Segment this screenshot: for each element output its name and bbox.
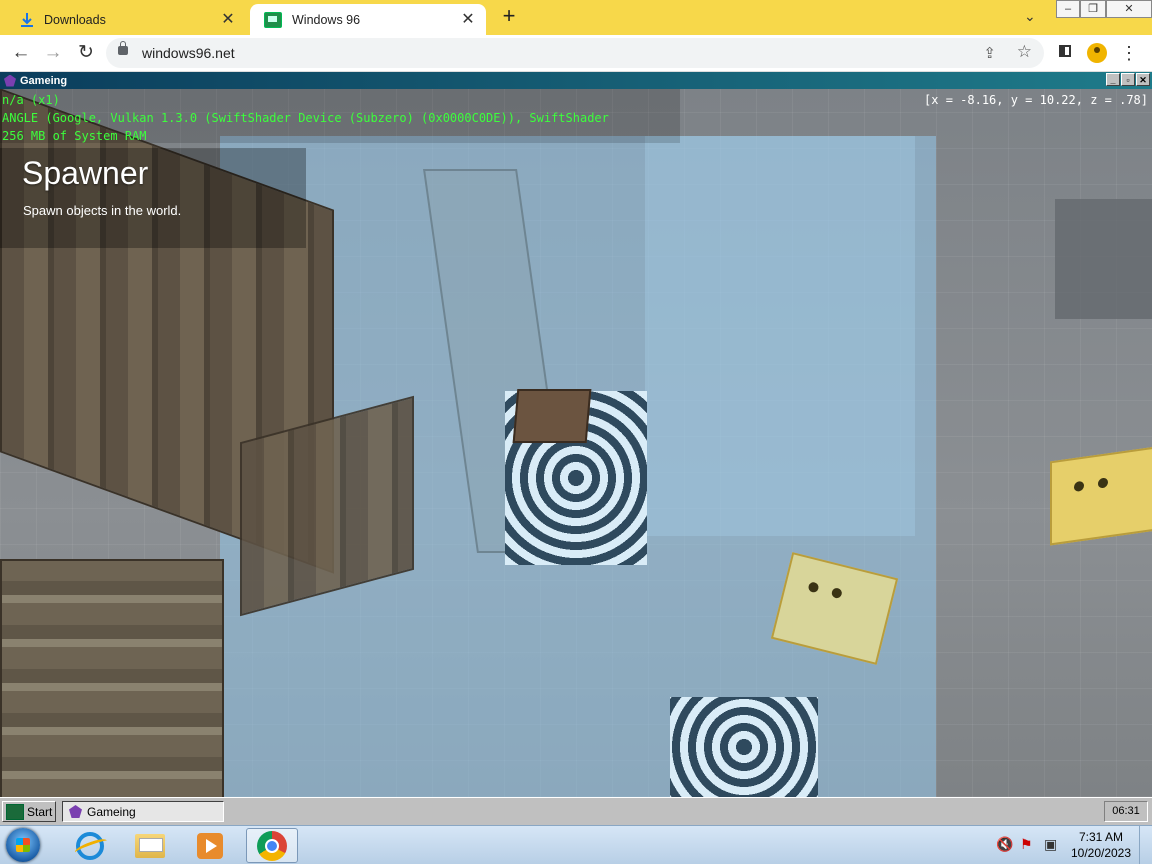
taskbar-item-label: Gameing [87,804,136,819]
browser-toolbar: ← → ↻ windows96.net ⇪ ☆ ⋮ [0,35,1152,72]
close-tab-icon[interactable]: ✕ [460,11,476,28]
face-block [1050,446,1152,546]
hud-line-fps: n/a (x1) [2,93,60,107]
clock-date: 10/20/2023 [1070,846,1132,860]
profile-avatar[interactable] [1086,42,1108,64]
tab-label: Downloads [44,12,106,27]
gameing-app-icon [69,805,82,818]
w7-taskbar: 🔇 ⚑ ▣ 7:31 AM 10/20/2023 [0,825,1152,864]
tool-title: Spawner [22,155,149,191]
network-icon[interactable]: ▣ [1044,836,1057,853]
chevron-down-icon[interactable]: ⌄ [1024,8,1036,25]
wooden-crate [0,559,224,797]
game-viewport[interactable]: n/a (x1) ANGLE (Google, Vulkan 1.3.0 (Sw… [0,89,1152,797]
system-clock[interactable]: 7:31 AM 10/20/2023 [1068,829,1134,861]
app-title: Gameing [20,74,68,87]
clock-time: 7:31 AM [1078,830,1124,844]
gameing-app-icon [4,74,16,87]
wood-block [512,389,592,443]
w96-clock: 06:31 [1104,801,1148,822]
media-player-icon[interactable] [184,828,236,863]
tab-strip: Downloads ✕ Windows 96 ✕ + ⌄ – ❐ ✕ [0,0,1152,35]
app-titlebar[interactable]: Gameing _ ▫ ✕ [0,72,1152,89]
tab-label: Windows 96 [292,12,361,27]
side-panel-icon[interactable] [1054,42,1076,64]
menu-kebab-icon[interactable]: ⋮ [1118,42,1140,64]
volume-muted-icon[interactable]: 🔇 [996,836,1013,853]
lock-icon [118,41,128,55]
hud-line-ram: 256 MB of System RAM [2,129,147,143]
wall [1055,199,1152,319]
url-text: windows96.net [142,45,235,61]
tool-description: Spawn objects in the world. [23,203,182,218]
windows-start-orb-icon[interactable] [6,828,40,862]
tab-downloads[interactable]: Downloads ✕ [6,4,246,35]
hud-line-renderer: ANGLE (Google, Vulkan 1.3.0 (SwiftShader… [2,111,609,125]
app-close-button[interactable]: ✕ [1136,73,1150,86]
close-window-button[interactable]: ✕ [1106,0,1152,18]
reload-icon[interactable]: ↻ [75,42,97,64]
windows96-icon [264,11,282,28]
new-tab-button[interactable]: + [498,5,520,28]
app-minimize-button[interactable]: _ [1106,73,1120,86]
hud-coordinates: [x = -8.16, y = 10.22, z = .78] [924,93,1148,107]
glass-wall [645,136,915,536]
w96-taskbar: Start Gameing 06:31 [0,797,1152,825]
app-maximize-button[interactable]: ▫ [1121,73,1135,86]
spiral-block [670,697,818,797]
action-center-icon[interactable]: ⚑ [1020,836,1033,853]
address-bar[interactable]: windows96.net ⇪ ☆ [106,38,1044,68]
minimize-window-button[interactable]: – [1056,0,1080,18]
back-arrow-icon[interactable]: ← [10,42,32,64]
download-icon [20,12,34,27]
chrome-icon[interactable] [246,828,298,863]
tab-windows96[interactable]: Windows 96 ✕ [250,4,486,35]
file-explorer-icon[interactable] [124,828,176,863]
start-label: Start [27,804,53,819]
show-desktop-button[interactable] [1139,826,1152,864]
start-button[interactable]: Start [2,801,56,822]
forward-arrow-icon[interactable]: → [42,42,64,64]
windows96-logo-icon [6,803,24,820]
bookmark-star-icon[interactable]: ☆ [1017,42,1032,62]
share-icon[interactable]: ⇪ [983,44,996,62]
close-tab-icon[interactable]: ✕ [220,11,236,28]
restore-window-button[interactable]: ❐ [1080,0,1106,18]
internet-explorer-icon[interactable] [64,828,116,863]
taskbar-item-gameing[interactable]: Gameing [62,801,224,822]
